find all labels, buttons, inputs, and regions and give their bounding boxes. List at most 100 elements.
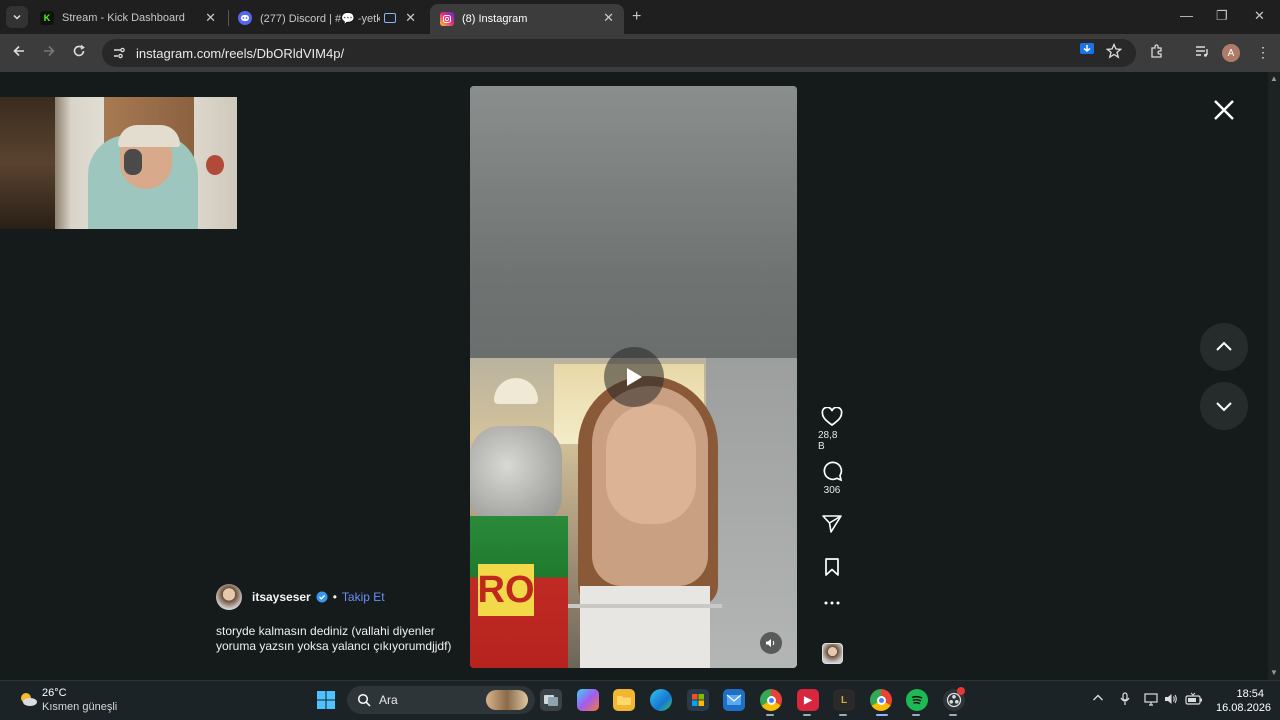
scroll-up-arrow-icon[interactable]: ▲: [1270, 74, 1278, 83]
chrome-icon[interactable]: [760, 689, 782, 711]
chevron-up-icon: [1216, 341, 1232, 351]
copilot-icon[interactable]: [577, 689, 599, 711]
site-info-icon[interactable]: [110, 44, 128, 62]
close-icon: [1214, 100, 1234, 120]
previous-reel-button[interactable]: [1200, 323, 1248, 371]
page-scrollbar[interactable]: [1268, 72, 1280, 680]
forward-button[interactable]: [42, 44, 56, 62]
minimize-button[interactable]: —: [1180, 8, 1193, 23]
extensions-icon[interactable]: [1149, 43, 1165, 64]
battery-icon[interactable]: [1185, 692, 1203, 709]
search-label: Ara: [379, 693, 398, 707]
next-reel-button[interactable]: [1200, 382, 1248, 430]
notification-badge: [957, 687, 965, 695]
tab-discord[interactable]: (277) Discord | #💬 -yetkili- ✕: [228, 4, 426, 32]
close-reel-button[interactable]: [1210, 96, 1238, 124]
league-of-legends-icon[interactable]: L: [833, 689, 855, 711]
tab-instagram[interactable]: (8) Instagram ✕: [430, 4, 624, 34]
mail-app-icon[interactable]: [723, 689, 745, 711]
running-app-indicator: [766, 714, 774, 716]
reload-icon: [73, 44, 85, 57]
obs-studio-icon[interactable]: [943, 687, 965, 711]
weather-description: Kısmen güneşli: [42, 701, 118, 713]
chrome-active-icon[interactable]: [870, 689, 892, 711]
back-button[interactable]: [12, 44, 26, 62]
more-dots-icon: [824, 601, 840, 605]
chevron-up-icon: [1093, 694, 1103, 701]
chevron-down-icon: [1216, 402, 1232, 412]
more-options-action[interactable]: [818, 600, 846, 606]
install-app-icon[interactable]: [1078, 40, 1096, 63]
system-clock[interactable]: 18:54 16.08.2026: [1216, 687, 1272, 715]
profile-avatar[interactable]: A: [1222, 44, 1240, 62]
screen-share-icon: [384, 13, 396, 23]
scroll-down-arrow-icon[interactable]: ▼: [1270, 668, 1278, 677]
play-button[interactable]: [604, 347, 664, 407]
kebab-menu-icon[interactable]: ⋮: [1256, 44, 1270, 61]
windows-logo-icon: [317, 691, 335, 709]
arrow-right-icon: [44, 45, 55, 57]
search-highlight-image[interactable]: [486, 690, 528, 710]
weather-icon[interactable]: [18, 689, 38, 709]
clock-date: 16.08.2026: [1216, 702, 1272, 714]
browser-toolbar: instagram.com/reels/DbORldVIM4p/ A ⋮: [0, 34, 1280, 72]
red-app-icon[interactable]: ▶: [797, 689, 819, 711]
separator-dot: •: [332, 590, 337, 604]
like-count: 28,8 B: [818, 430, 838, 452]
instagram-icon: [440, 12, 454, 26]
address-bar[interactable]: instagram.com/reels/DbORldVIM4p/: [102, 39, 1136, 67]
network-icon[interactable]: [1144, 692, 1160, 709]
tab-title: Stream - Kick Dashboard: [62, 12, 185, 24]
send-icon: [822, 515, 842, 533]
close-window-button[interactable]: ✕: [1254, 8, 1265, 24]
url-text: instagram.com/reels/DbORldVIM4p/: [136, 45, 345, 61]
author-username[interactable]: itsayseser: [252, 590, 311, 604]
running-app-indicator: [839, 714, 847, 716]
taskbar: [0, 680, 1280, 720]
running-app-indicator: [949, 714, 957, 716]
edge-browser-icon[interactable]: [650, 689, 672, 711]
new-tab-button[interactable]: +: [632, 8, 641, 26]
webcam-overlay: [0, 97, 237, 229]
author-avatar[interactable]: [216, 584, 242, 610]
save-action[interactable]: [818, 557, 846, 577]
bookmark-star-icon[interactable]: [1105, 42, 1123, 64]
reel-caption: storyde kalmasın dediniz (vallahi diyenl…: [216, 624, 452, 653]
share-action[interactable]: [818, 514, 846, 534]
verified-badge-icon: [316, 591, 328, 603]
reload-button[interactable]: [72, 44, 86, 62]
speaker-icon: [766, 639, 775, 647]
clock-time: 18:54: [1236, 688, 1264, 700]
follow-button[interactable]: Takip Et: [342, 590, 385, 604]
volume-icon[interactable]: [1164, 692, 1178, 709]
task-view-icon[interactable]: [540, 689, 562, 711]
running-app-indicator: [912, 714, 920, 716]
discord-icon: [238, 11, 252, 25]
start-button[interactable]: [315, 689, 337, 711]
comment-action[interactable]: 306: [818, 460, 846, 496]
tab-kick[interactable]: K Stream - Kick Dashboard ✕: [30, 4, 226, 32]
tab-close-icon[interactable]: ✕: [405, 10, 416, 26]
arrow-left-icon: [13, 45, 24, 57]
like-action[interactable]: 28,8 B: [818, 407, 846, 452]
search-icon: [357, 693, 371, 707]
volume-button[interactable]: [760, 632, 782, 654]
tab-search-button[interactable]: [6, 6, 28, 28]
comment-count: 306: [823, 485, 841, 496]
tab-close-icon[interactable]: ✕: [205, 10, 216, 26]
active-app-indicator: [876, 714, 888, 716]
microphone-icon[interactable]: [1120, 692, 1130, 709]
tab-strip: K Stream - Kick Dashboard ✕ (277) Discor…: [0, 0, 1280, 34]
show-hidden-icons[interactable]: [1092, 692, 1104, 706]
can-label-text: RO: [478, 564, 535, 616]
spotify-icon[interactable]: [906, 689, 928, 711]
microsoft-store-icon[interactable]: [687, 689, 709, 711]
weather-temperature: 26°C: [42, 687, 67, 699]
tab-title: (8) Instagram: [462, 13, 528, 25]
tab-close-icon[interactable]: ✕: [603, 10, 614, 26]
tab-title: (277) Discord | #💬 -yetkili-: [260, 12, 380, 25]
restore-button[interactable]: ❐: [1216, 8, 1228, 24]
media-control-icon[interactable]: [1194, 43, 1210, 64]
file-explorer-icon[interactable]: [613, 689, 635, 711]
audio-avatar[interactable]: [822, 643, 843, 664]
